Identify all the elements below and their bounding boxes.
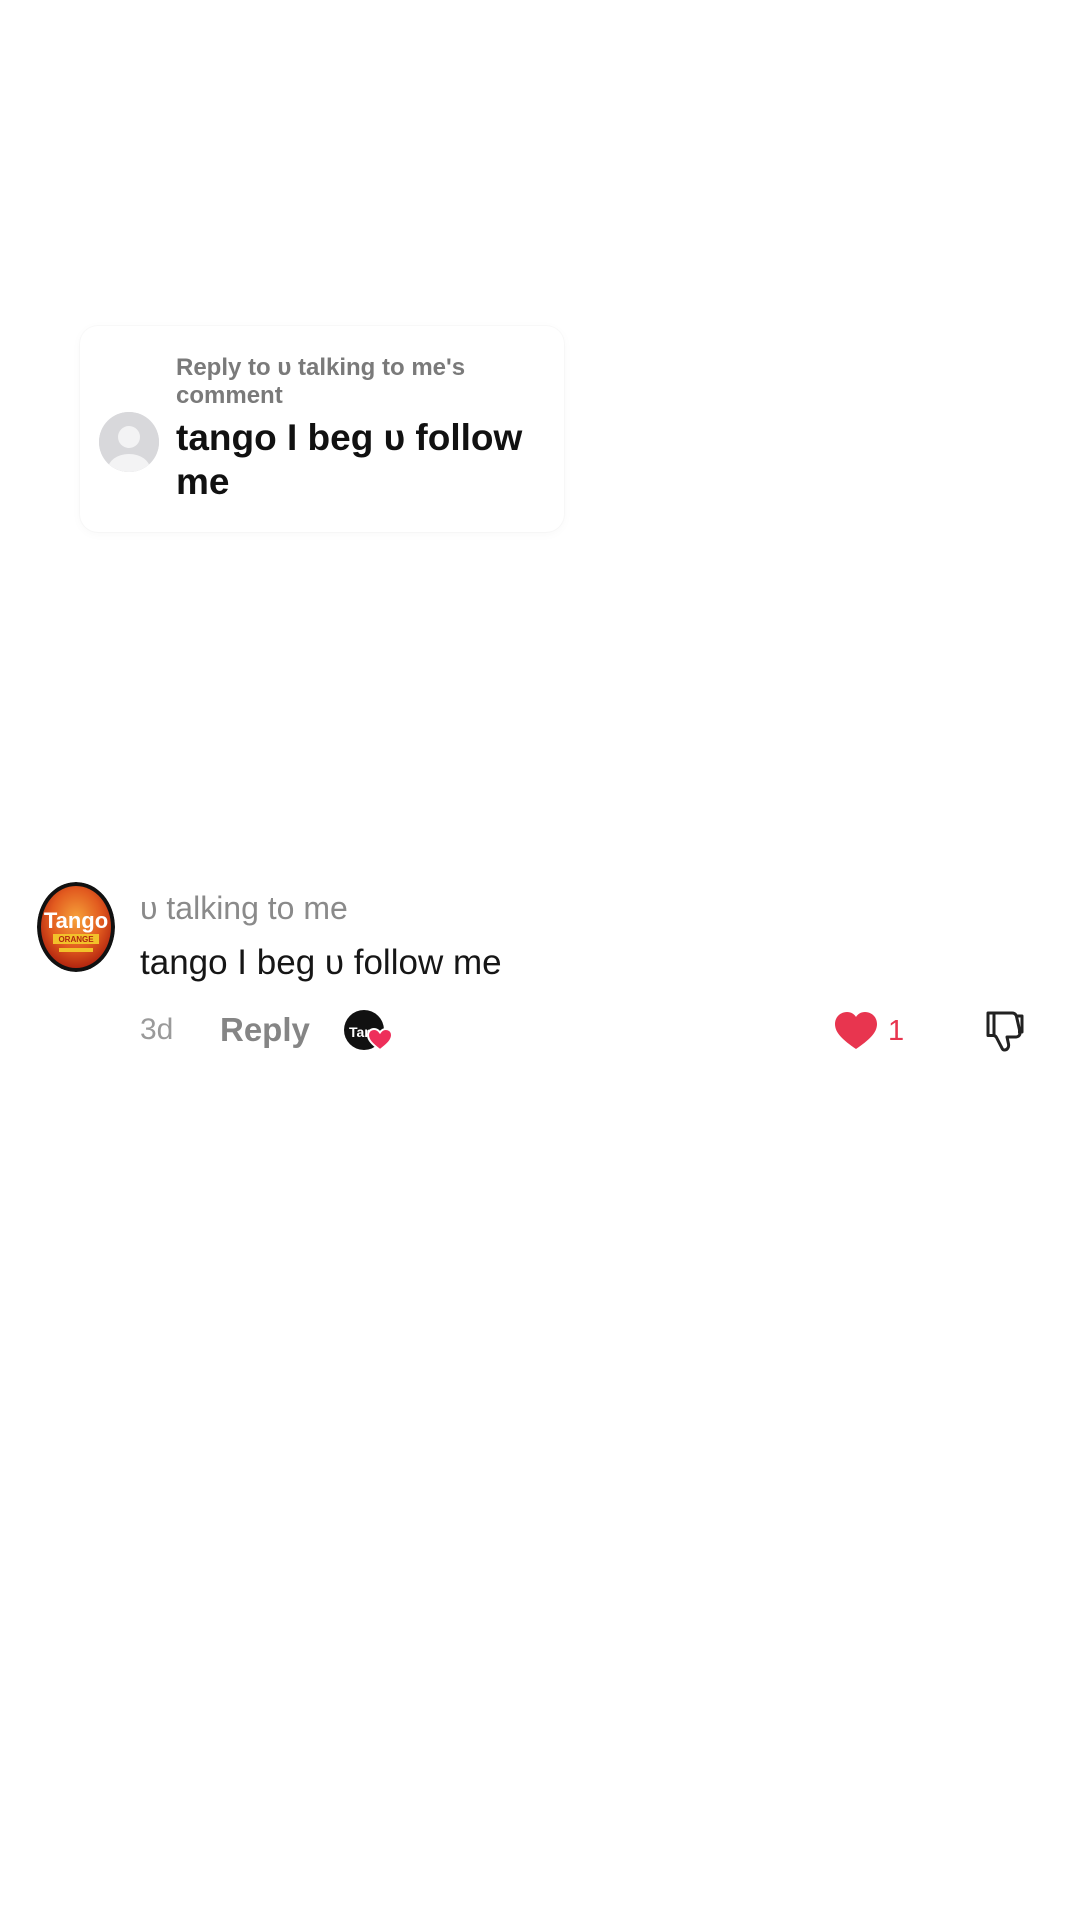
reply-button[interactable]: Reply xyxy=(220,1010,310,1050)
comment-text: tango I beg υ follow me xyxy=(140,943,502,982)
avatar[interactable]: Tango ORANGE xyxy=(37,882,115,972)
tango-logo-avatar: Tango ORANGE xyxy=(37,882,115,972)
thumbs-down-icon[interactable] xyxy=(980,1008,1026,1054)
like-button[interactable]: 1 xyxy=(834,1008,914,1054)
heart-filled-icon xyxy=(835,1012,877,1049)
reply-to-heading: Reply to υ talking to me's comment xyxy=(176,354,466,409)
comment-item: Tango ORANGE υ talking to me tango I beg… xyxy=(0,870,1080,1052)
avatar-logo-text: Tango xyxy=(44,908,108,933)
comment-username[interactable]: υ talking to me xyxy=(140,888,348,928)
like-count: 1 xyxy=(888,1015,905,1047)
reply-to-comment-sticker: Reply to υ talking to me's comment tango… xyxy=(80,326,564,532)
default-user-avatar-icon xyxy=(99,412,159,472)
comment-age: 3d xyxy=(140,1013,174,1046)
reply-to-text: tango I beg υ follow me xyxy=(176,417,523,502)
screen: Reply to υ talking to me's comment tango… xyxy=(0,0,1080,1920)
avatar-logo-subtext: ORANGE xyxy=(58,935,94,944)
creator-liked-heart-icon: Tan xyxy=(344,1008,394,1054)
